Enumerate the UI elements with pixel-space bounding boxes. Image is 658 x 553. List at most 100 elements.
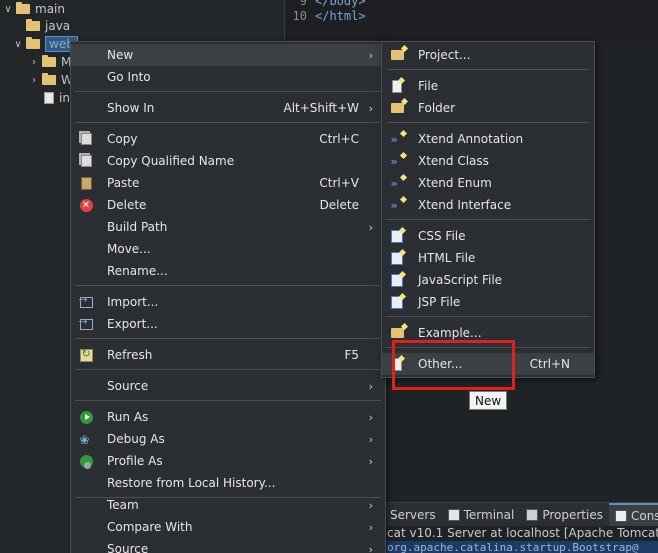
tab-servers[interactable]: Servers [384, 503, 442, 527]
menu-separator [386, 316, 590, 317]
folder-icon [26, 19, 40, 31]
menu-separator [386, 69, 590, 70]
menu-item-show-in[interactable]: Show In Alt+Shift+W › [71, 97, 385, 119]
submenu-item-javascript-file[interactable]: JavaScript File [382, 269, 594, 291]
copy-icon [79, 132, 93, 146]
submenu-item-css-file[interactable]: CSS File [382, 225, 594, 247]
menu-item-copy-qualified-name[interactable]: Copy Qualified Name [71, 150, 385, 172]
chevron-right-icon[interactable]: › [28, 74, 40, 86]
submenu-item-file[interactable]: File [382, 75, 594, 97]
editor-line: 10 </html> [292, 9, 366, 23]
profile-icon [79, 454, 93, 469]
menu-separator [75, 369, 381, 370]
tree-item-web[interactable]: ∨ web [12, 35, 78, 53]
menu-item-go-into[interactable]: Go Into [71, 66, 385, 88]
terminal-icon [447, 508, 460, 521]
menu-item-delete[interactable]: ✕ Delete Delete [71, 194, 385, 216]
menu-item-run-as[interactable]: Run As › [71, 406, 385, 428]
chevron-right-icon: › [368, 432, 373, 446]
menu-item-source-2[interactable]: Source › [71, 538, 385, 553]
chevron-right-icon: › [368, 542, 373, 553]
new-file-icon [390, 79, 404, 93]
chevron-right-icon: › [368, 498, 373, 512]
tree-item-m[interactable]: › M [28, 53, 71, 71]
tab-console[interactable]: Console [608, 502, 658, 527]
properties-icon [526, 508, 539, 521]
tree-item-main[interactable]: ∨ main [2, 0, 65, 18]
code-editor[interactable]: 9 </body> 10 </html> [284, 0, 658, 40]
run-icon [79, 410, 93, 424]
menu-separator [75, 122, 381, 123]
chevron-right-icon: › [368, 410, 373, 424]
jsp-file-icon [390, 295, 404, 309]
submenu-item-jsp-file[interactable]: JSP File [382, 291, 594, 313]
xtend-icon: » [390, 154, 404, 168]
submenu-item-xtend-annotation[interactable]: » Xtend Annotation [382, 128, 594, 150]
menu-item-rename[interactable]: Rename... [71, 260, 385, 282]
menu-item-new[interactable]: New › [71, 44, 385, 66]
html-file-icon [390, 251, 404, 265]
menu-item-paste[interactable]: Paste Ctrl+V [71, 172, 385, 194]
tree-item-in[interactable]: in [44, 89, 70, 107]
chevron-right-icon[interactable]: › [28, 56, 40, 68]
import-icon [79, 293, 93, 309]
console-output: org.apache.catalina.startup.Bootstrap@ [384, 541, 658, 553]
highlight-box [392, 340, 515, 390]
menu-separator [75, 285, 381, 286]
paste-icon [79, 176, 93, 190]
chevron-right-icon: › [368, 220, 373, 234]
chevron-right-icon: › [368, 379, 373, 393]
chevron-right-icon: › [368, 454, 373, 468]
tab-properties[interactable]: Properties [520, 503, 609, 527]
tree-item-w[interactable]: › W [28, 71, 73, 89]
folder-icon [26, 37, 40, 49]
chevron-right-icon: › [368, 101, 373, 115]
submenu-item-project[interactable]: Project... [382, 44, 594, 66]
menu-item-move[interactable]: Move... [71, 238, 385, 260]
chevron-right-icon: › [368, 520, 373, 534]
tab-terminal[interactable]: Terminal [442, 503, 521, 527]
example-icon [390, 326, 404, 340]
submenu-item-html-file[interactable]: HTML File [382, 247, 594, 269]
menu-separator [75, 338, 381, 339]
menu-item-compare-with[interactable]: Compare With › [71, 516, 385, 538]
menu-item-import[interactable]: Import... [71, 291, 385, 313]
console-icon [614, 509, 627, 522]
menu-item-refresh[interactable]: Refresh F5 [71, 344, 385, 366]
menu-item-profile-as[interactable]: Profile As › [71, 450, 385, 472]
tree-item-java[interactable]: java [26, 17, 70, 35]
chevron-down-icon[interactable]: ∨ [2, 3, 14, 15]
menu-item-source[interactable]: Source › [71, 375, 385, 397]
editor-line: 9 </body> [299, 0, 366, 8]
submenu-item-xtend-enum[interactable]: » Xtend Enum [382, 172, 594, 194]
menu-item-debug-as[interactable]: ❀ Debug As › [71, 428, 385, 450]
menu-item-restore-local-history[interactable]: Restore from Local History... [71, 472, 385, 494]
menu-separator [386, 122, 590, 123]
submenu-item-folder[interactable]: Folder [382, 97, 594, 119]
menu-item-export[interactable]: Export... [71, 313, 385, 335]
menu-item-team[interactable]: Team › [71, 494, 385, 516]
console-title: cat v10.1 Server at localhost [Apache To… [384, 526, 658, 541]
delete-icon: ✕ [79, 198, 93, 212]
menu-item-copy[interactable]: Copy Ctrl+C [71, 128, 385, 150]
css-file-icon [390, 229, 404, 243]
copy-icon [79, 154, 93, 168]
chevron-right-icon: › [368, 48, 373, 62]
xtend-icon: » [390, 176, 404, 190]
tooltip: New [469, 391, 508, 410]
export-icon [79, 315, 93, 331]
context-menu: New › Go Into Show In Alt+Shift+W › Copy… [70, 41, 386, 553]
menu-item-build-path[interactable]: Build Path › [71, 216, 385, 238]
file-icon [44, 92, 54, 104]
xtend-icon: » [390, 198, 404, 212]
menu-separator [386, 219, 590, 220]
chevron-down-icon[interactable]: ∨ [12, 38, 24, 50]
folder-icon [42, 55, 56, 67]
new-project-icon [390, 48, 404, 62]
submenu-item-xtend-class[interactable]: » Xtend Class [382, 150, 594, 172]
debug-icon: ❀ [79, 432, 90, 447]
folder-icon [42, 73, 56, 85]
submenu-item-xtend-interface[interactable]: » Xtend Interface [382, 194, 594, 216]
folder-icon [16, 2, 30, 14]
new-folder-icon [390, 101, 404, 115]
